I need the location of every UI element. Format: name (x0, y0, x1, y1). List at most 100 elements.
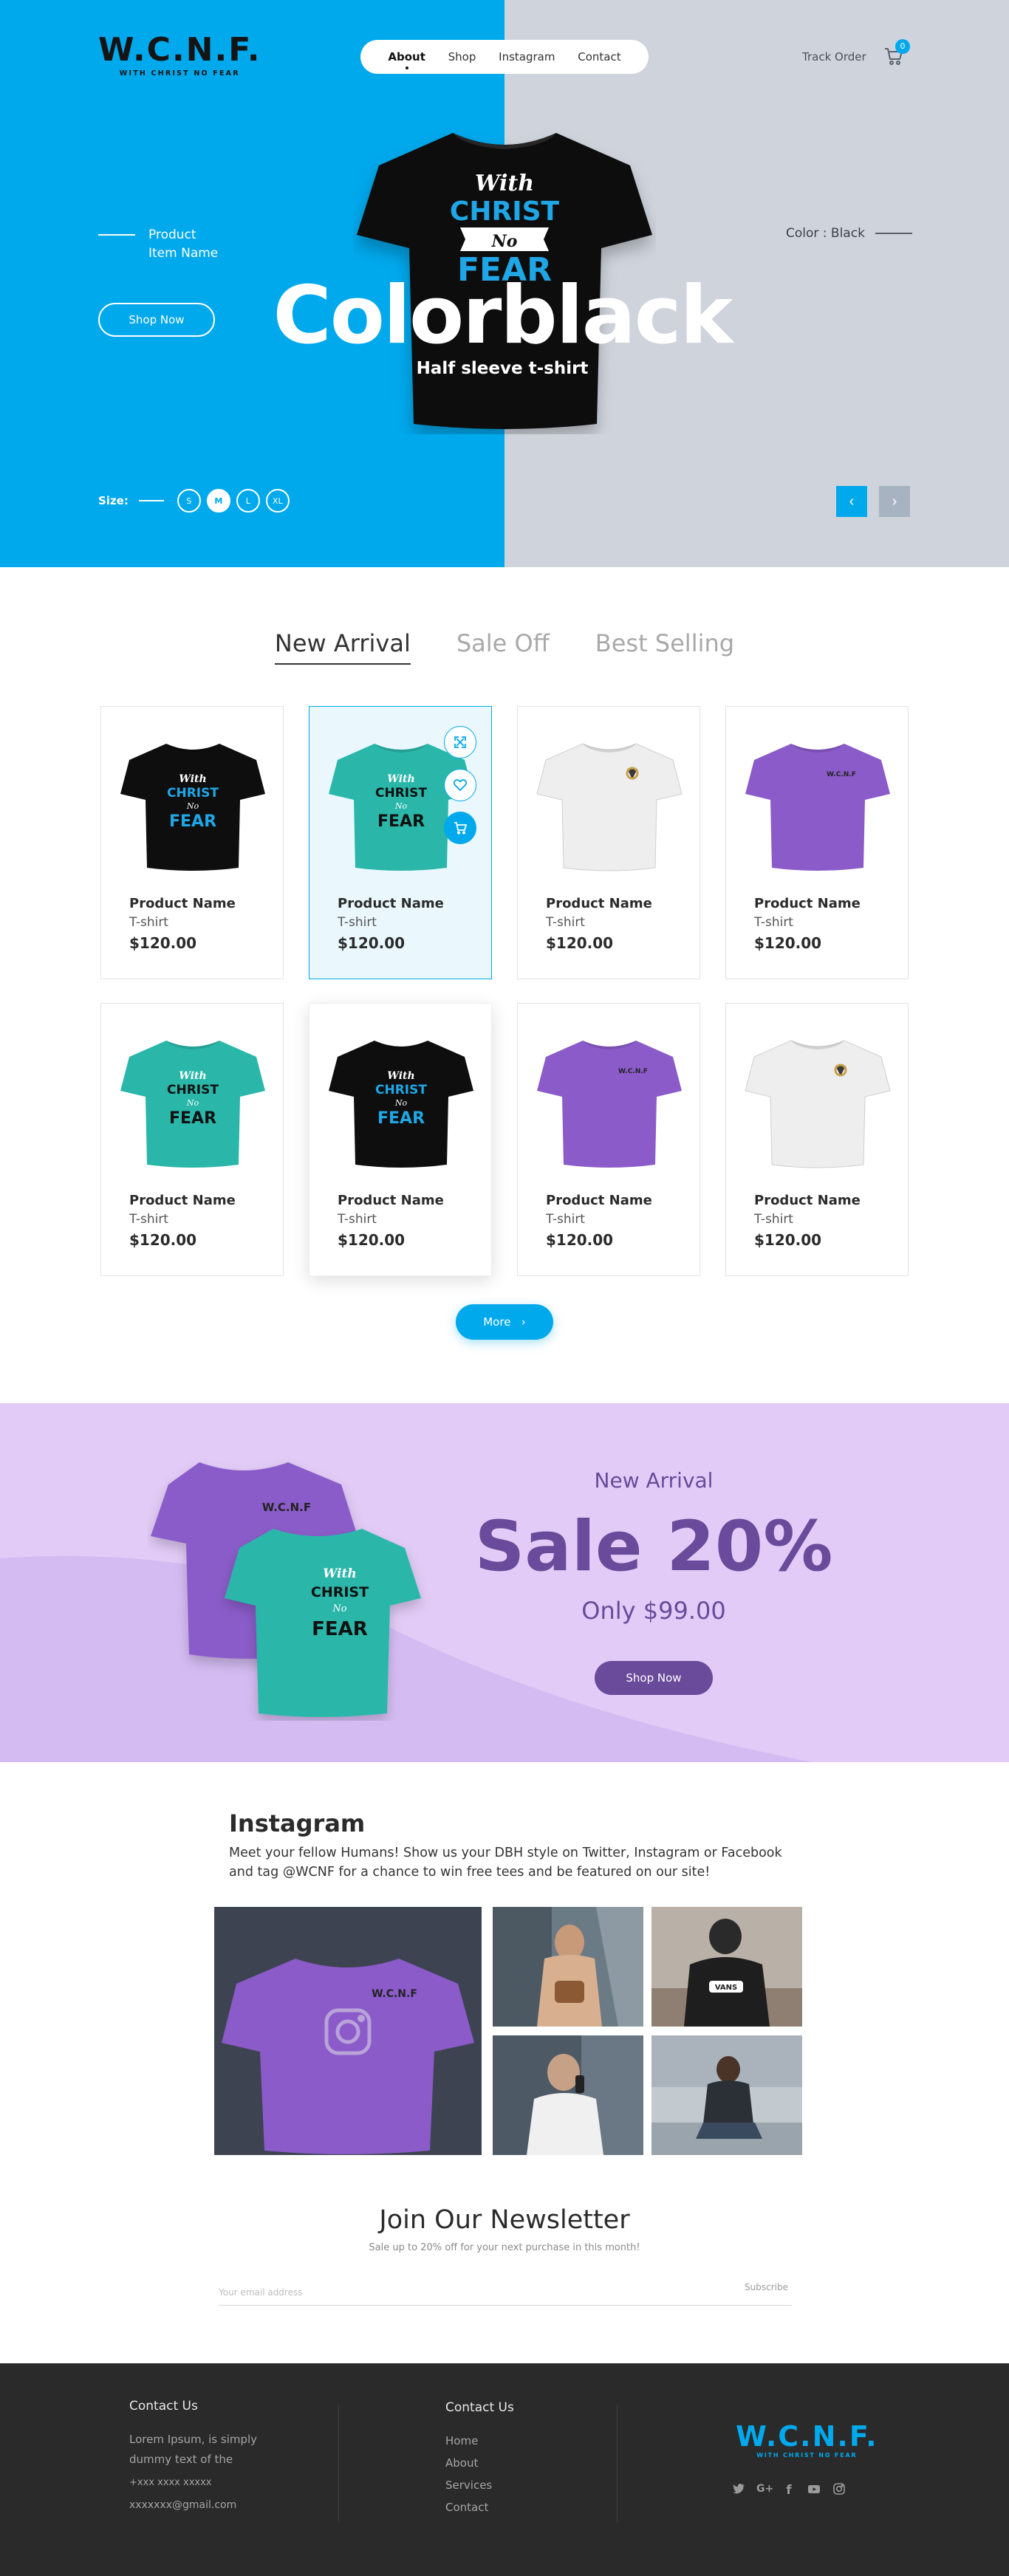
svg-text:CHRIST: CHRIST (311, 1584, 369, 1600)
footer-contact-text: Lorem Ipsum, is simply dummy text of the… (129, 2430, 257, 2515)
nav-item-contact[interactable]: Contact (578, 50, 620, 64)
svg-text:No: No (186, 1098, 199, 1108)
product-price: $120.00 (546, 1231, 614, 1249)
svg-text:With: With (179, 1070, 206, 1082)
logo-tagline: WITH CHRIST NO FEAR (119, 69, 240, 78)
next-arrow-button[interactable]: › (879, 486, 910, 517)
nav-item-instagram[interactable]: Instagram (499, 50, 555, 64)
tab-best-selling[interactable]: Best Selling (595, 629, 734, 665)
instagram-photo-3[interactable] (493, 2035, 643, 2155)
product-image (536, 726, 683, 874)
sale-shop-now-button[interactable]: Shop Now (595, 1661, 713, 1695)
size-button-s[interactable]: S (177, 489, 201, 513)
product-image: With CHRIST No FEAR (327, 1023, 475, 1171)
footer-email[interactable]: xxxxxxx@gmail.com (129, 2496, 257, 2515)
product-image (744, 1023, 892, 1171)
prev-arrow-button[interactable]: ‹ (836, 486, 867, 517)
svg-text:CHRIST: CHRIST (167, 786, 219, 801)
sale-headline: Sale 20% (474, 1507, 833, 1587)
size-line (138, 500, 164, 501)
more-button[interactable]: More › (456, 1304, 553, 1340)
svg-text:With: With (387, 773, 414, 785)
product-name: Product Name (129, 896, 236, 911)
instagram-photo-2[interactable]: VANS (651, 1907, 802, 2027)
svg-text:FEAR: FEAR (377, 1109, 425, 1128)
footer-link-about[interactable]: About (445, 2452, 492, 2474)
tab-new-arrival[interactable]: New Arrival (274, 629, 411, 665)
footer-link-contact[interactable]: Contact (445, 2496, 492, 2518)
svg-text:VANS: VANS (715, 1984, 737, 1992)
nav-item-shop[interactable]: Shop (448, 50, 476, 64)
product-image: W.C.N.F (536, 1023, 683, 1171)
brand-logo[interactable]: W.C.N.F. WITH CHRIST NO FEAR (98, 32, 261, 78)
size-label: Size: (98, 494, 129, 507)
hero-title: Colorblack (273, 270, 733, 362)
footer-logo[interactable]: W.C.N.F. WITH CHRIST NO FEAR (736, 2421, 878, 2459)
footer-links: Home About Services Contact (445, 2430, 492, 2518)
footer-logo-text: W.C.N.F. (736, 2420, 878, 2453)
svg-text:CHRIST: CHRIST (167, 1083, 219, 1097)
product-card[interactable]: Product Name T-shirt $120.00 (725, 1003, 909, 1276)
svg-text:W.C.N.F: W.C.N.F (618, 1068, 648, 1075)
product-name: Product Name (546, 896, 652, 911)
footer-link-home[interactable]: Home (445, 2430, 492, 2452)
svg-text:With: With (179, 773, 206, 785)
product-type: T-shirt (129, 915, 168, 930)
newsletter-subtitle: Sale up to 20% off for your next purchas… (369, 2242, 640, 2253)
product-card[interactable]: With CHRIST No FEAR Product Name T-shirt $120.… (309, 706, 492, 979)
nav-item-about[interactable]: About (388, 50, 425, 69)
footer-phone: +xxx xxxx xxxxx (129, 2477, 212, 2488)
size-button-m[interactable]: M (206, 489, 230, 513)
product-name: Product Name (754, 896, 861, 911)
product-card[interactable]: W.C.N.F Product Name T-shirt $120.00 (517, 1003, 700, 1276)
sale-price: Only $99.00 (581, 1597, 726, 1625)
chevron-right-icon: › (514, 1315, 526, 1329)
svg-text:W.C.N.F: W.C.N.F (372, 1988, 417, 2000)
product-card[interactable]: With CHRIST No FEAR Product Name T-shirt $120.… (100, 1003, 284, 1276)
newsletter-email-field[interactable] (219, 2279, 792, 2306)
expand-icon[interactable] (444, 726, 476, 758)
subscribe-button[interactable]: Subscribe (745, 2282, 788, 2292)
track-order-link[interactable]: Track Order (802, 50, 866, 64)
sale-label: New Arrival (594, 1468, 714, 1493)
svg-text:FEAR: FEAR (169, 1109, 216, 1128)
twitter-icon[interactable] (731, 2483, 746, 2498)
instagram-text: Meet your fellow Humans! Show us your DB… (229, 1846, 782, 1880)
product-card[interactable]: With CHRIST No FEAR Product Name T-shirt $120.… (100, 706, 284, 979)
product-price: $120.00 (129, 1231, 197, 1249)
youtube-icon[interactable] (807, 2483, 821, 2498)
product-price: $120.00 (129, 934, 197, 952)
hero-shirt-text-1: With (475, 171, 534, 196)
chevron-right-icon: › (892, 493, 897, 510)
footer-link-services[interactable]: Services (445, 2474, 492, 2496)
facebook-icon[interactable]: f (781, 2483, 796, 2498)
instagram-photo-1[interactable] (493, 1907, 643, 2027)
product-card[interactable]: With CHRIST No FEAR Product Name T-shirt $120.… (309, 1003, 492, 1276)
product-type: T-shirt (754, 915, 793, 930)
footer-contact-title: Contact Us (129, 2399, 198, 2414)
heart-icon[interactable] (444, 769, 476, 801)
hero-subtitle: Half sleeve t-shirt (416, 359, 589, 378)
product-card[interactable]: W.C.N.F Product Name T-shirt $120.00 (725, 706, 909, 979)
product-card[interactable]: Product Name T-shirt $120.00 (517, 706, 700, 979)
size-button-xl[interactable]: XL (265, 489, 290, 513)
cart-count-badge: 0 (895, 39, 910, 54)
instagram-feature-image[interactable]: W.C.N.F (214, 1907, 482, 2155)
product-tabs: New Arrival Sale Off Best Selling (0, 629, 1009, 665)
social-links: G+ f (731, 2483, 846, 2498)
instagram-title: Instagram (229, 1809, 366, 1837)
product-type: T-shirt (754, 1212, 793, 1227)
hero-shirt-text-2: CHRIST (450, 196, 560, 227)
product-price: $120.00 (338, 1231, 406, 1249)
size-button-l[interactable]: L (236, 489, 260, 513)
color-label-text: Color : Black (786, 226, 865, 241)
google-plus-icon[interactable]: G+ (756, 2483, 773, 2498)
instagram-photo-4[interactable] (651, 2035, 802, 2155)
instagram-icon[interactable] (832, 2483, 846, 2498)
product-name: Product Name (546, 1193, 652, 1208)
add-to-cart-icon[interactable] (444, 812, 476, 844)
tab-sale-off[interactable]: Sale Off (456, 629, 550, 665)
hero-shop-now-button[interactable]: Shop Now (98, 303, 215, 337)
svg-text:With: With (323, 1566, 356, 1581)
product-type: T-shirt (546, 915, 585, 930)
